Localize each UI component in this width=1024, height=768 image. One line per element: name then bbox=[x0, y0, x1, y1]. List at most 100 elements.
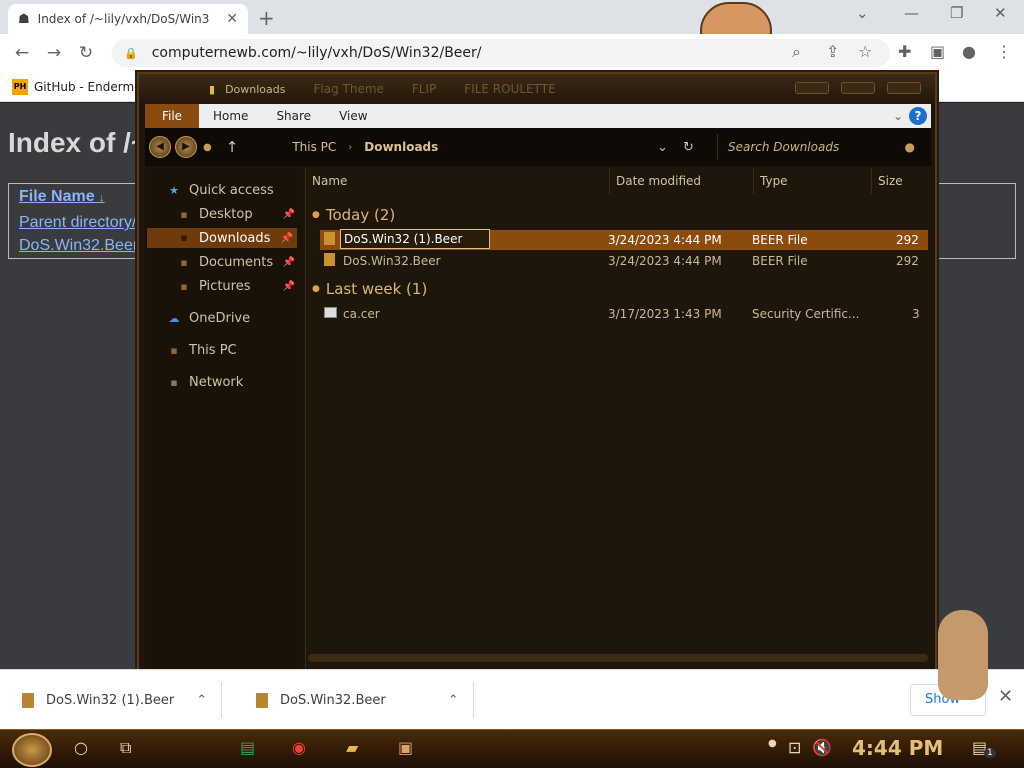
up-arrow-icon[interactable]: ↑ bbox=[226, 138, 239, 156]
pictures-icon: ▪ bbox=[180, 279, 188, 293]
file-row[interactable]: DoS.Win32 (1).Beer 3/24/2023 4:44 PM BEE… bbox=[320, 229, 928, 250]
tab-strip: ☗ Index of /~lily/vxh/DoS/Win3 ✕ + ⌄ — ❐… bbox=[0, 0, 1024, 60]
recent-locations-icon[interactable]: ● bbox=[203, 142, 212, 153]
restore-icon[interactable]: ❐ bbox=[950, 4, 963, 22]
downloads-shelf: DoS.Win32 (1).Beer ⌃ DoS.Win32.Beer ⌃ Sh… bbox=[0, 669, 1024, 729]
side-panel-icon[interactable]: ▣ bbox=[930, 42, 945, 61]
lock-icon[interactable]: 🔒 bbox=[124, 47, 138, 60]
beer-file-icon bbox=[256, 692, 268, 708]
sort-file-name-link[interactable]: File Name ↓ bbox=[19, 188, 105, 206]
explorer-title: Downloads bbox=[225, 82, 286, 96]
beer-file-icon bbox=[22, 692, 34, 708]
parent-directory-link[interactable]: Parent directory/ bbox=[19, 214, 136, 232]
refresh-icon[interactable]: ↻ bbox=[683, 140, 694, 155]
breadcrumb-downloads[interactable]: Downloads bbox=[364, 140, 438, 154]
star-icon: ★ bbox=[169, 183, 179, 197]
chevron-up-icon[interactable]: ⌃ bbox=[196, 693, 207, 708]
address-bar[interactable]: 🔒 computernewb.com/~lily/vxh/DoS/Win32/B… bbox=[112, 39, 890, 67]
explorer-minimize-button[interactable] bbox=[795, 82, 829, 94]
pin-icon: 📌 bbox=[280, 232, 293, 244]
close-shelf-icon[interactable]: ✕ bbox=[998, 686, 1013, 707]
beer-file-icon bbox=[324, 232, 335, 248]
rename-input[interactable]: DoS.Win32 (1).Beer bbox=[340, 229, 490, 249]
breadcrumb-this-pc[interactable]: This PC bbox=[292, 140, 336, 154]
volume-muted-icon[interactable]: 🔇 bbox=[812, 738, 832, 757]
network-icon: ▪ bbox=[170, 375, 178, 389]
beer-file-icon bbox=[324, 253, 335, 269]
file-row[interactable]: ca.cer 3/17/2023 1:43 PM Security Certif… bbox=[320, 304, 928, 324]
nav-quick-access[interactable]: ★ Quick access bbox=[167, 183, 274, 198]
tab-title: Index of /~lily/vxh/DoS/Win3 bbox=[37, 12, 210, 26]
nav-pictures[interactable]: ▪ Pictures 📌 bbox=[177, 279, 299, 294]
app-icon[interactable]: ▣ bbox=[398, 738, 413, 757]
file-name: DoS.Win32.Beer bbox=[343, 254, 441, 268]
search-input[interactable]: Search Downloads ● bbox=[717, 134, 923, 160]
forward-icon[interactable]: → bbox=[38, 43, 70, 63]
group-header-today[interactable]: ● Today (2) bbox=[312, 206, 395, 224]
download-item[interactable]: DoS.Win32.Beer ⌃ bbox=[256, 682, 474, 718]
browser-tab[interactable]: ☗ Index of /~lily/vxh/DoS/Win3 ✕ bbox=[8, 4, 248, 34]
ribbon-tab-view[interactable]: View bbox=[325, 104, 381, 128]
explorer-close-button[interactable] bbox=[887, 82, 921, 94]
ribbon-tab-file[interactable]: File bbox=[145, 104, 199, 128]
column-header-name[interactable]: Name bbox=[306, 168, 610, 194]
nav-desktop[interactable]: ▪ Desktop 📌 bbox=[177, 207, 299, 222]
file-size: 292 bbox=[896, 254, 919, 268]
group-header-last-week[interactable]: ● Last week (1) bbox=[312, 280, 427, 298]
help-icon[interactable]: ? bbox=[909, 107, 927, 125]
nav-network[interactable]: ▪ Network bbox=[167, 375, 243, 390]
file-date: 3/24/2023 4:44 PM bbox=[608, 233, 722, 247]
tab-close-icon[interactable]: ✕ bbox=[226, 11, 238, 27]
profile-avatar-icon[interactable]: ● bbox=[962, 42, 976, 61]
back-arrow-icon[interactable]: ◀ bbox=[149, 136, 171, 158]
column-header-size[interactable]: Size bbox=[872, 168, 932, 194]
ribbon-tab-share[interactable]: Share bbox=[262, 104, 325, 128]
start-button[interactable] bbox=[12, 733, 52, 767]
chrome-icon[interactable]: ◉ bbox=[292, 738, 306, 757]
download-item[interactable]: DoS.Win32 (1).Beer ⌃ bbox=[22, 682, 223, 718]
extensions-icon[interactable]: ✚ bbox=[898, 42, 911, 61]
close-window-icon[interactable]: ✕ bbox=[994, 4, 1007, 22]
file-explorer-icon[interactable]: ▰ bbox=[346, 738, 358, 757]
minimize-icon[interactable]: — bbox=[904, 4, 919, 22]
column-header-date-modified[interactable]: Date modified bbox=[610, 168, 754, 194]
explorer-maximize-button[interactable] bbox=[841, 82, 875, 94]
search-circle-icon[interactable]: ○ bbox=[74, 738, 88, 757]
reload-icon[interactable]: ↻ bbox=[70, 43, 102, 63]
file-name: ca.cer bbox=[343, 307, 380, 321]
tray-chevron-icon[interactable]: ● bbox=[768, 738, 777, 749]
taskbar-clock[interactable]: 4:44 PM bbox=[852, 736, 943, 760]
nav-this-pc[interactable]: ▪ This PC bbox=[167, 343, 236, 358]
task-view-icon[interactable]: ⧉ bbox=[120, 738, 131, 758]
breadcrumb-separator-icon: › bbox=[348, 141, 353, 153]
menu-kebab-icon[interactable]: ⋮ bbox=[996, 42, 1012, 61]
column-header-type[interactable]: Type bbox=[754, 168, 872, 194]
file-row[interactable]: DoS.Win32.Beer 3/24/2023 4:44 PM BEER Fi… bbox=[320, 251, 928, 271]
file-list-pane: Name Date modified Type Size ● Today (2)… bbox=[305, 168, 931, 678]
address-dropdown-icon[interactable]: ⌄ bbox=[657, 140, 668, 155]
horizontal-scrollbar[interactable] bbox=[308, 654, 928, 662]
ribbon-expand-icon[interactable]: ⌄ bbox=[893, 109, 903, 123]
nav-onedrive[interactable]: ☁ OneDrive bbox=[167, 311, 251, 326]
url-text: computernewb.com/~lily/vxh/DoS/Win32/Bee… bbox=[151, 45, 482, 61]
file-date: 3/17/2023 1:43 PM bbox=[608, 307, 722, 321]
chevron-up-icon[interactable]: ⌃ bbox=[448, 693, 459, 708]
bookmark-star-icon[interactable]: ☆ bbox=[858, 42, 872, 61]
computer-icon: ▪ bbox=[170, 343, 178, 357]
back-icon[interactable]: ← bbox=[6, 43, 38, 63]
new-tab-button[interactable]: + bbox=[258, 6, 275, 30]
folder-icon: ▮ bbox=[209, 82, 216, 96]
zoom-search-icon[interactable]: ⌕ bbox=[792, 42, 801, 62]
browser-toolbar: ← → ↻ 🔒 computernewb.com/~lily/vxh/DoS/W… bbox=[0, 34, 1024, 72]
network-tray-icon[interactable]: ⊡ bbox=[788, 738, 801, 757]
nav-downloads[interactable]: ▪ Downloads 📌 bbox=[147, 228, 297, 248]
tab-search-icon[interactable]: ⌄ bbox=[856, 4, 869, 22]
ribbon-tab-home[interactable]: Home bbox=[199, 104, 262, 128]
forward-arrow-icon[interactable]: ▶ bbox=[175, 136, 197, 158]
file-link-dos-win32-beer[interactable]: DoS.Win32.Beer bbox=[19, 237, 138, 255]
desktop-icon: ▪ bbox=[180, 207, 188, 221]
share-icon[interactable]: ⇪ bbox=[826, 42, 839, 61]
nav-documents[interactable]: ▪ Documents 📌 bbox=[177, 255, 299, 270]
notes-app-icon[interactable]: ▤ bbox=[240, 738, 255, 757]
bookmark-github[interactable]: GitHub - Endermo bbox=[34, 80, 141, 94]
